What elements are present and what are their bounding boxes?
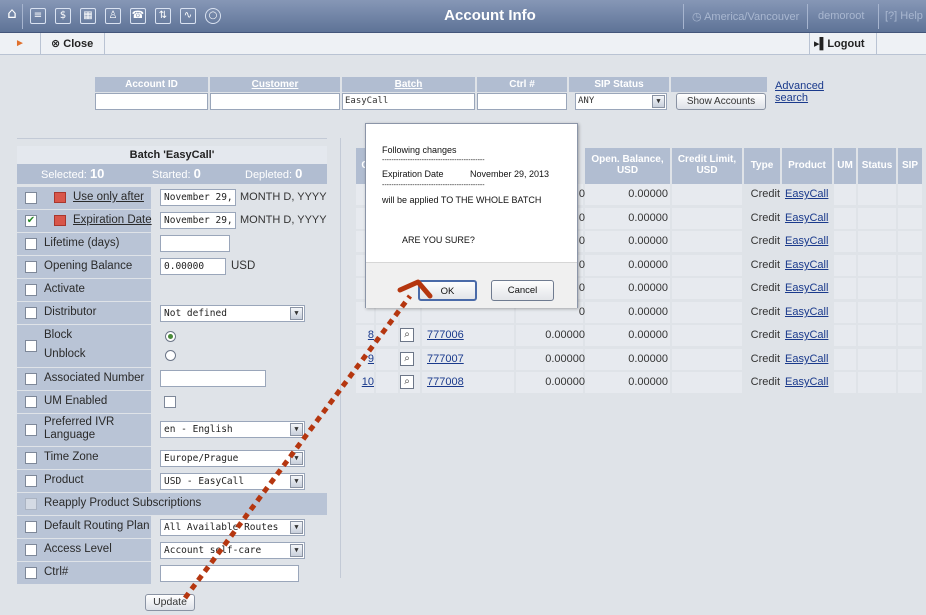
arrow-head <box>397 279 433 299</box>
arrow-line <box>182 294 413 600</box>
annotation-arrow <box>182 279 433 600</box>
